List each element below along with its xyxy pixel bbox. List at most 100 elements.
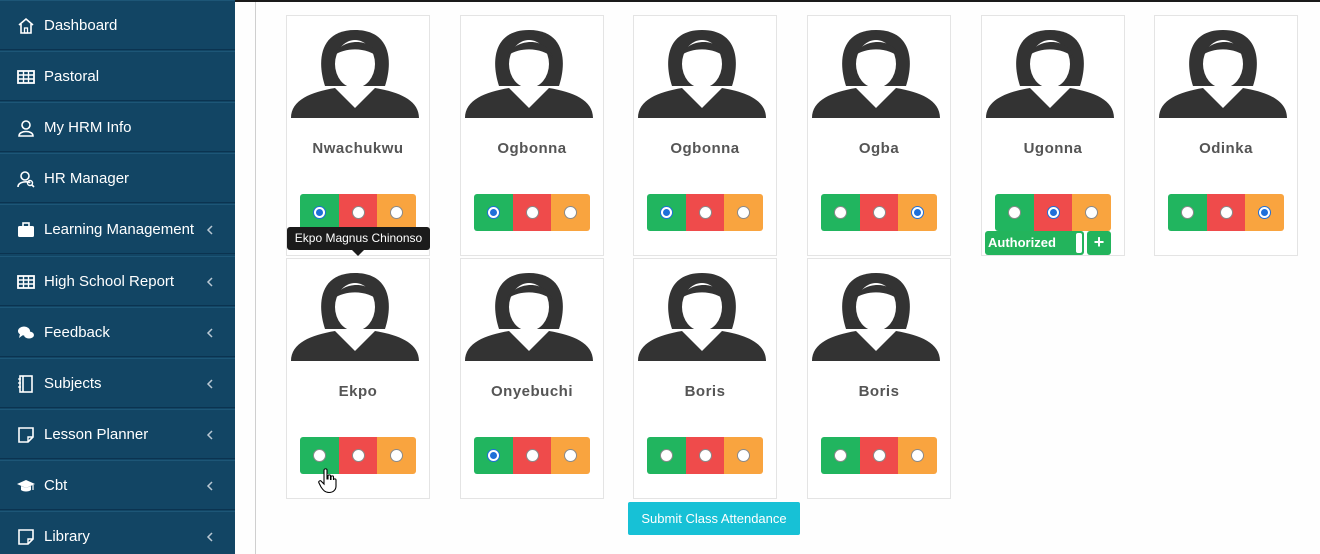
absent-radio[interactable] [872,449,886,462]
sidebar-item-pastoral[interactable]: Pastoral [0,51,235,101]
briefcase-icon [18,222,34,237]
late-option[interactable] [724,194,763,231]
late-option[interactable] [1245,194,1284,231]
sidebar-item-my-hrm-info[interactable]: My HRM Info [0,102,235,152]
content-divider [255,2,256,554]
absent-radio[interactable] [872,206,886,219]
student-card: Boris [807,258,951,499]
absent-option[interactable] [338,194,378,231]
present-option[interactable] [474,437,513,474]
absent-radio[interactable] [525,449,539,462]
avatar-icon [638,30,766,118]
attendance-toggle [1168,194,1284,231]
late-radio[interactable] [911,206,925,219]
late-option[interactable] [551,437,590,474]
present-radio[interactable] [833,206,847,219]
sidebar-item-cbt[interactable]: Cbt [0,460,235,510]
student-fullname-tooltip: Ekpo Magnus Chinonso [287,227,430,256]
sidebar-item-feedback[interactable]: Feedback [0,307,235,357]
present-option[interactable] [474,194,513,231]
present-option[interactable] [1168,194,1207,231]
student-card: Ekpo [286,258,430,499]
submit-attendance-button[interactable]: Submit Class Attendance [628,502,800,535]
present-radio[interactable] [486,449,500,462]
late-option[interactable] [551,194,590,231]
attendance-toggle [995,194,1111,231]
chevron-left-icon [206,379,213,389]
absent-option[interactable] [859,194,899,231]
student-name: Ogbonna [497,140,567,157]
late-option[interactable] [377,194,416,231]
late-option[interactable] [377,437,416,474]
sidebar-item-label: Pastoral [44,68,100,85]
late-radio[interactable] [737,206,751,219]
comments-icon [18,326,34,339]
late-radio[interactable] [1258,206,1272,219]
late-radio[interactable] [390,206,404,219]
avatar-icon [812,273,940,361]
present-radio[interactable] [833,449,847,462]
late-radio[interactable] [564,206,578,219]
avatar-icon [1159,30,1287,118]
present-option[interactable] [647,437,686,474]
chevron-left-icon [206,277,213,287]
absent-radio[interactable] [1219,206,1233,219]
present-option[interactable] [821,437,860,474]
absent-radio[interactable] [525,206,539,219]
present-option[interactable] [995,194,1034,231]
present-radio[interactable] [312,449,326,462]
late-radio[interactable] [564,449,578,462]
absent-radio[interactable] [351,449,365,462]
student-card: Ugonna [981,15,1125,256]
avatar-icon [465,30,593,118]
absent-option[interactable] [512,194,552,231]
present-radio[interactable] [659,206,673,219]
sidebar-item-lesson-planner[interactable]: Lesson Planner [0,409,235,459]
absent-radio[interactable] [698,449,712,462]
sidebar-item-high-school-report[interactable]: High School Report [0,256,235,306]
present-radio[interactable] [1007,206,1021,219]
absent-option[interactable] [685,437,725,474]
absent-option[interactable] [512,437,552,474]
sidebar-item-dashboard[interactable]: Dashboard [0,0,235,50]
add-button[interactable]: + [1087,231,1111,255]
absent-option[interactable] [338,437,378,474]
late-radio[interactable] [911,449,925,462]
sidebar-item-learning-management[interactable]: Learning Management [0,204,235,254]
note-icon [18,427,34,443]
absent-radio[interactable] [698,206,712,219]
present-option[interactable] [647,194,686,231]
avatar-icon [291,30,419,118]
table-icon [17,70,35,84]
graduation-cap-icon [17,480,35,492]
absent-option[interactable] [1206,194,1246,231]
absent-option[interactable] [1033,194,1073,231]
sidebar-item-label: Feedback [44,324,110,341]
late-radio[interactable] [1085,206,1099,219]
absent-radio[interactable] [351,206,365,219]
late-option[interactable] [898,194,937,231]
absent-option[interactable] [685,194,725,231]
sidebar-item-hr-manager[interactable]: HR Manager [0,153,235,203]
absent-radio[interactable] [1046,206,1060,219]
late-option[interactable] [1072,194,1111,231]
sidebar-item-library[interactable]: Library [0,511,235,554]
sidebar-item-subjects[interactable]: Subjects [0,358,235,408]
late-option[interactable] [724,437,763,474]
student-card: Boris [633,258,777,499]
late-radio[interactable] [737,449,751,462]
present-option[interactable] [821,194,860,231]
present-radio[interactable] [659,449,673,462]
note-icon [18,529,34,545]
present-option[interactable] [300,194,339,231]
present-radio[interactable] [1180,206,1194,219]
authorized-toggle[interactable]: Authorized [985,231,1084,255]
present-radio[interactable] [312,206,326,219]
chevron-left-icon [206,481,213,491]
late-radio[interactable] [390,449,404,462]
attendance-toggle [300,194,416,231]
late-option[interactable] [898,437,937,474]
student-name: Ogbonna [670,140,740,157]
present-radio[interactable] [486,206,500,219]
absent-option[interactable] [859,437,899,474]
